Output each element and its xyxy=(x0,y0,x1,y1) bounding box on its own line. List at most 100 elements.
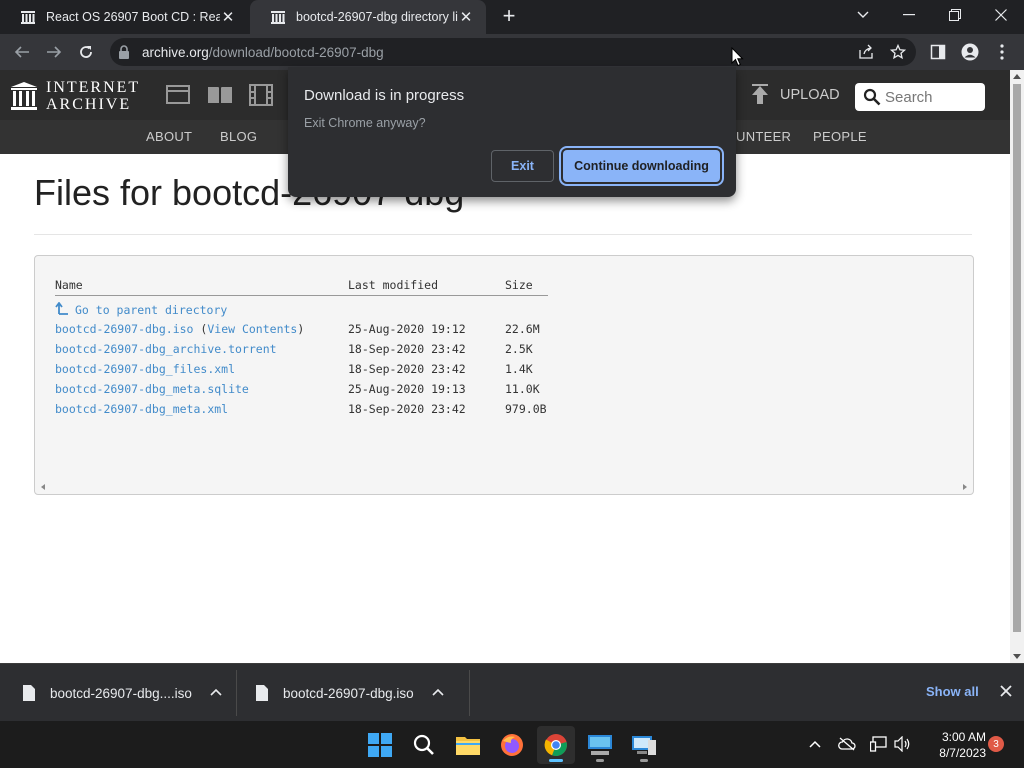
remote-app-button[interactable] xyxy=(581,726,619,764)
size-cell: 979.0B xyxy=(505,402,547,416)
dialog-title: Download is in progress xyxy=(304,87,465,104)
dialog-message: Exit Chrome anyway? xyxy=(304,116,426,130)
col-header-name[interactable]: Name xyxy=(55,278,83,292)
size-cell: 1.4K xyxy=(505,362,533,376)
browser-toolbar: archive.org/download/bootcd-26907-dbg xyxy=(0,34,1024,70)
texts-book-icon[interactable] xyxy=(207,84,233,106)
size-cell: 2.5K xyxy=(505,342,533,356)
new-tab-button[interactable]: + xyxy=(498,5,520,27)
chevron-up-icon[interactable] xyxy=(210,687,222,699)
address-bar[interactable]: archive.org/download/bootcd-26907-dbg xyxy=(110,38,916,66)
subnav-about[interactable]: ABOUT xyxy=(146,129,192,144)
close-icon[interactable] xyxy=(999,684,1013,698)
col-header-modified[interactable]: Last modified xyxy=(348,278,438,292)
shelf-separator xyxy=(236,670,237,716)
size-cell: 11.0K xyxy=(505,382,540,396)
profile-icon[interactable] xyxy=(960,42,980,62)
file-link[interactable]: bootcd-26907-dbg_files.xml xyxy=(55,362,235,376)
upload-button[interactable]: UPLOAD xyxy=(750,84,840,106)
file-explorer-button[interactable] xyxy=(449,726,487,764)
volume-icon[interactable] xyxy=(894,735,912,753)
url-path: /download/bootcd-26907-dbg xyxy=(208,45,384,60)
tab-strip: React OS 26907 Boot CD : ReactOS ✕ bootc… xyxy=(0,0,1024,34)
download-item[interactable]: bootcd-26907-dbg.iso xyxy=(255,664,444,722)
forward-button[interactable] xyxy=(42,40,66,64)
close-window-button[interactable] xyxy=(978,0,1024,30)
paren-open: ( xyxy=(193,322,208,336)
col-header-size[interactable]: Size xyxy=(505,278,533,292)
firefox-button[interactable] xyxy=(493,726,531,764)
show-all-button[interactable]: Show all xyxy=(926,684,979,699)
parent-directory-row[interactable]: Go to parent directory xyxy=(35,301,635,322)
parent-label: Go to parent directory xyxy=(75,303,228,317)
parent-directory-link[interactable]: Go to parent directory xyxy=(55,301,228,317)
taskbar: 3:00 AM 8/7/2023 xyxy=(0,721,1024,768)
close-tab-icon[interactable]: ✕ xyxy=(220,8,236,26)
running-indicator xyxy=(640,759,648,762)
lock-icon[interactable] xyxy=(118,45,130,59)
start-button[interactable] xyxy=(361,726,399,764)
shelf-separator xyxy=(469,670,470,716)
chevron-up-icon[interactable] xyxy=(432,687,444,699)
minimize-button[interactable] xyxy=(886,0,932,30)
close-tab-icon[interactable]: ✕ xyxy=(458,8,474,26)
url-text: archive.org/download/bootcd-26907-dbg xyxy=(142,45,384,60)
system-clock[interactable]: 3:00 AM 8/7/2023 xyxy=(918,729,986,761)
scroll-right-arrow[interactable] xyxy=(963,484,967,490)
exit-button[interactable]: Exit xyxy=(491,150,554,182)
folder-icon xyxy=(456,737,480,755)
download-item[interactable]: bootcd-26907-dbg....iso xyxy=(22,664,222,722)
ia-logo-text: INTERNET ARCHIVE xyxy=(46,79,140,113)
reload-button[interactable] xyxy=(74,40,98,64)
download-filename: bootcd-26907-dbg....iso xyxy=(50,685,192,701)
continue-downloading-button[interactable]: Continue downloading xyxy=(563,150,720,182)
file-icon xyxy=(256,685,268,701)
side-panel-icon[interactable] xyxy=(928,42,948,62)
ia-logo[interactable]: INTERNET ARCHIVE xyxy=(10,79,140,113)
modified-cell: 18-Sep-2020 23:42 xyxy=(348,402,466,416)
subnav-people[interactable]: PEOPLE xyxy=(813,129,867,144)
paren-close: ) xyxy=(297,322,305,336)
file-icon xyxy=(23,685,35,701)
search-input[interactable]: Search xyxy=(855,83,985,111)
menu-kebab-icon[interactable] xyxy=(992,42,1012,62)
scroll-down-arrow[interactable] xyxy=(1013,654,1021,659)
web-icon[interactable] xyxy=(166,84,192,106)
logo-line1: INTERNET xyxy=(46,79,141,96)
scroll-up-arrow[interactable] xyxy=(1013,74,1021,79)
tab-directory-listing[interactable]: bootcd-26907-dbg directory listing ✕ xyxy=(250,0,486,34)
modified-cell: 18-Sep-2020 23:42 xyxy=(348,342,466,356)
tray-overflow-chevron-icon[interactable] xyxy=(806,735,824,753)
upload-label: UPLOAD xyxy=(780,87,840,103)
file-link[interactable]: bootcd-26907-dbg_archive.torrent xyxy=(55,342,277,356)
file-link[interactable]: bootcd-26907-dbg.iso xyxy=(55,322,193,336)
mouse-cursor-icon xyxy=(731,47,744,67)
back-button[interactable] xyxy=(10,40,34,64)
subnav-blog[interactable]: BLOG xyxy=(220,129,257,144)
bookmark-star-icon[interactable] xyxy=(888,42,908,62)
notification-badge[interactable]: 3 xyxy=(988,736,1004,752)
tab-search-icon[interactable] xyxy=(840,0,886,30)
file-link[interactable]: bootcd-26907-dbg_meta.xml xyxy=(55,402,228,416)
video-film-icon[interactable] xyxy=(249,84,275,106)
search-button[interactable] xyxy=(405,726,443,764)
subnav-volunteer[interactable]: UNTEER xyxy=(736,129,791,144)
file-link[interactable]: bootcd-26907-dbg_meta.sqlite xyxy=(55,382,249,396)
table-row: bootcd-26907-dbg_files.xml 18-Sep-2020 2… xyxy=(35,362,635,382)
onedrive-cloud-icon[interactable] xyxy=(838,735,856,753)
download-shelf: bootcd-26907-dbg....iso bootcd-26907-dbg… xyxy=(0,663,1024,721)
share-icon[interactable] xyxy=(856,42,876,62)
chrome-icon xyxy=(544,734,567,757)
vm-app-button[interactable] xyxy=(625,726,663,764)
file-name-cell: bootcd-26907-dbg.iso (View Contents) xyxy=(55,322,304,336)
tab-reactos[interactable]: React OS 26907 Boot CD : ReactOS ✕ xyxy=(0,0,248,34)
scroll-left-arrow[interactable] xyxy=(41,484,45,490)
restore-button[interactable] xyxy=(932,0,978,30)
scrollbar-thumb[interactable] xyxy=(1013,84,1021,632)
chrome-button[interactable] xyxy=(537,726,575,764)
active-indicator xyxy=(549,759,563,762)
network-icon[interactable] xyxy=(870,735,888,753)
vertical-scrollbar[interactable] xyxy=(1010,70,1024,663)
view-contents-link[interactable]: View Contents xyxy=(207,322,297,336)
windows-logo-icon xyxy=(368,733,392,757)
